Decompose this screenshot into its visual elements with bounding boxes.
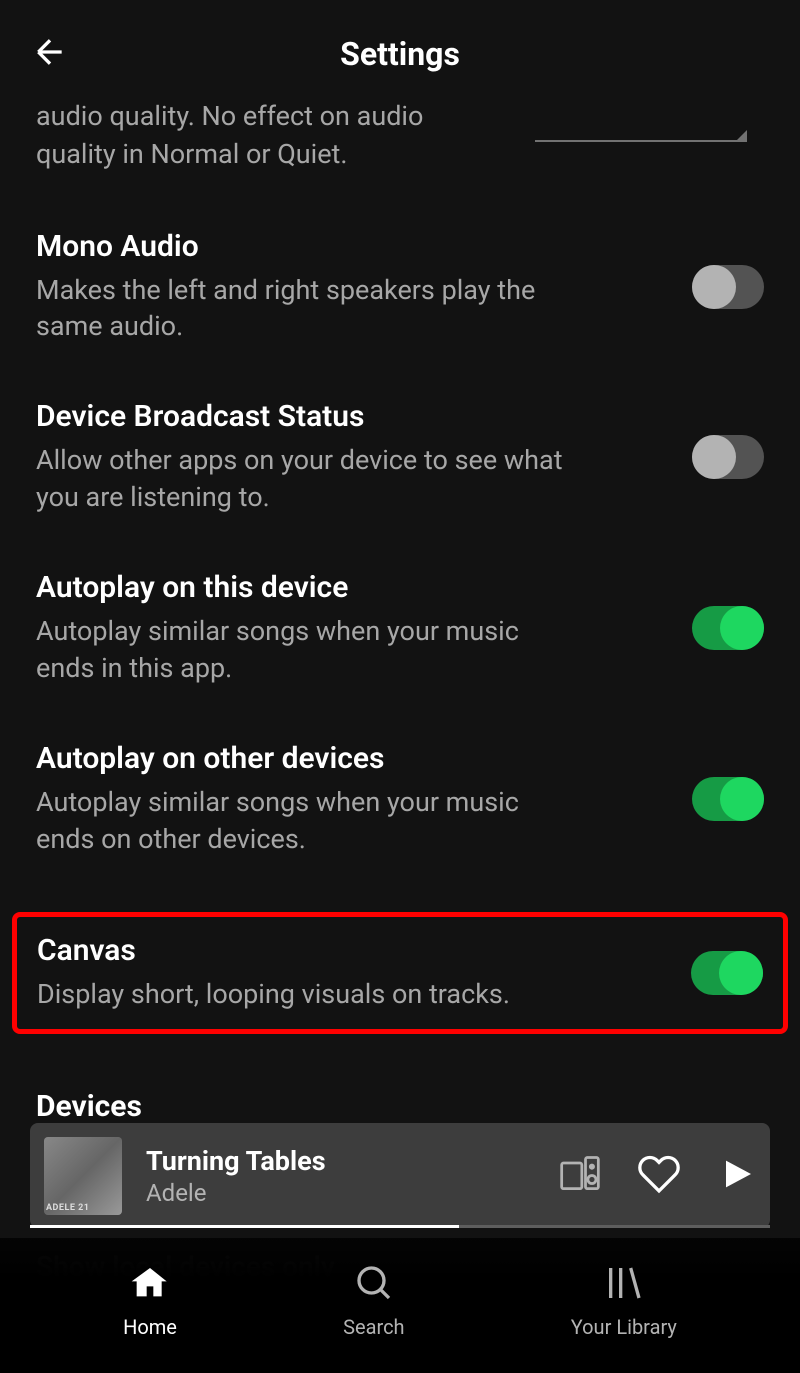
setting-title: Mono Audio [36, 229, 662, 264]
track-artist: Adele [146, 1179, 558, 1207]
setting-description: Display short, looping visuals on tracks… [37, 976, 567, 1012]
toggle-mono-audio[interactable] [692, 265, 764, 309]
album-art: ADELE 21 [44, 1137, 122, 1215]
home-icon [130, 1263, 170, 1307]
setting-canvas: Canvas Display short, looping visuals on… [37, 933, 763, 1012]
nav-library[interactable]: Your Library [571, 1263, 677, 1339]
library-icon [604, 1263, 644, 1307]
mini-player[interactable]: ADELE 21 Turning Tables Adele [30, 1123, 770, 1228]
devices-icon[interactable] [558, 1152, 602, 1200]
toggle-autoplay-this-device[interactable] [692, 606, 764, 650]
search-icon [354, 1263, 394, 1307]
toggle-canvas[interactable] [691, 951, 763, 995]
setting-description: Makes the left and right speakers play t… [36, 272, 566, 345]
setting-mono-audio: Mono Audio Makes the left and right spea… [36, 229, 764, 345]
track-title: Turning Tables [146, 1145, 558, 1177]
nav-search[interactable]: Search [343, 1263, 404, 1339]
back-button[interactable] [30, 32, 70, 76]
setting-device-broadcast: Device Broadcast Status Allow other apps… [36, 399, 764, 515]
toggle-device-broadcast[interactable] [692, 435, 764, 479]
setting-autoplay-this-device: Autoplay on this device Autoplay similar… [36, 570, 764, 686]
play-icon[interactable] [716, 1154, 756, 1198]
setting-title: Canvas [37, 933, 661, 968]
highlighted-setting-canvas: Canvas Display short, looping visuals on… [12, 912, 788, 1033]
setting-title: Autoplay on this device [36, 570, 662, 605]
volume-slider-track[interactable] [535, 140, 745, 142]
heart-icon[interactable] [637, 1152, 681, 1200]
setting-description: Allow other apps on your device to see w… [36, 442, 566, 515]
toggle-autoplay-other-devices[interactable] [692, 777, 764, 821]
nav-home[interactable]: Home [123, 1263, 177, 1339]
setting-title: Device Broadcast Status [36, 399, 662, 434]
setting-title: Autoplay on other devices [36, 741, 662, 776]
setting-autoplay-other-devices: Autoplay on other devices Autoplay simil… [36, 741, 764, 857]
progress-bar[interactable] [30, 1225, 770, 1228]
setting-description: Autoplay similar songs when your music e… [36, 784, 566, 857]
setting-description: Autoplay similar songs when your music e… [36, 613, 566, 686]
page-title: Settings [30, 35, 770, 73]
bottom-navigation: Home Search Your Library [0, 1238, 800, 1373]
partial-setting-description: audio quality. No effect on audio qualit… [36, 98, 476, 174]
section-header-devices: Devices [36, 1089, 764, 1124]
